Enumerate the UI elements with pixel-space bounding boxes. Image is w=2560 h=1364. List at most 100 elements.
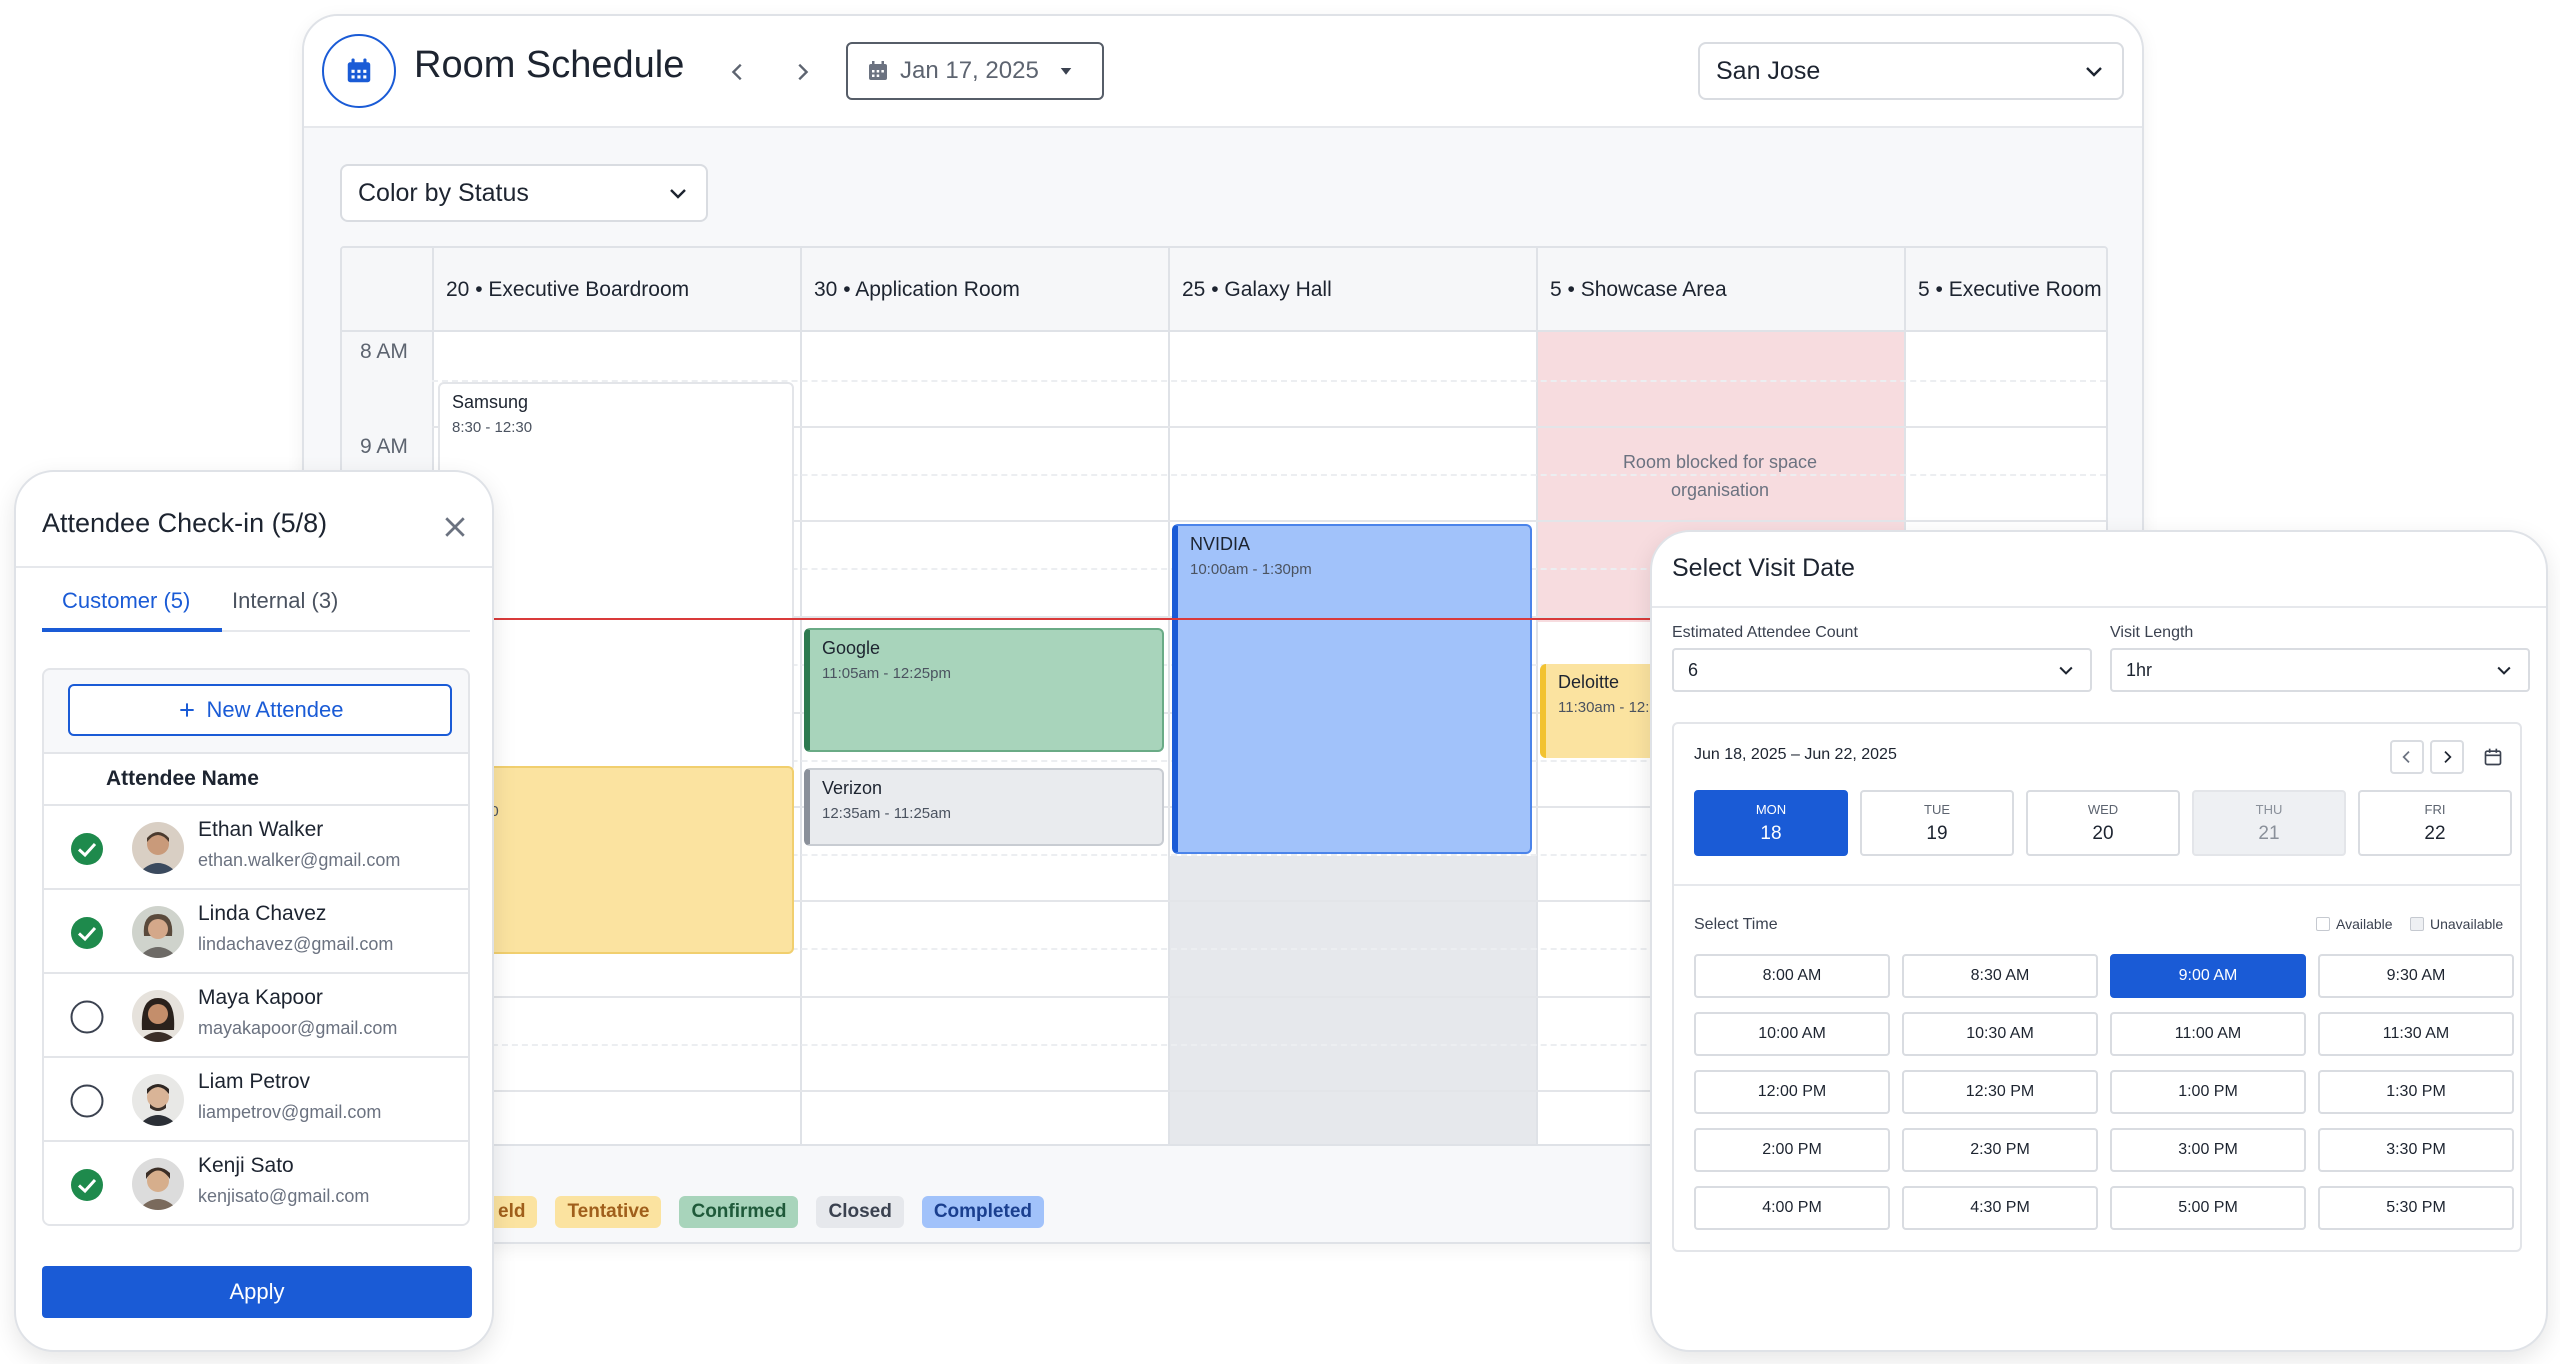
attendee-email: lindachavez@gmail.com: [198, 934, 394, 954]
divider: [16, 566, 492, 568]
day-tue[interactable]: TUE 19: [1860, 790, 2014, 856]
unavailable-label: Unavailable: [2430, 916, 2504, 932]
legend-completed: Completed: [921, 1196, 1045, 1228]
day-fri[interactable]: FRI 22: [2358, 790, 2512, 856]
time-slot[interactable]: 11:30 AM: [2318, 1012, 2514, 1056]
event-nvidia[interactable]: NVIDIA 10:00am - 1:30pm: [1172, 524, 1532, 854]
attendee-name: Linda Chavez: [198, 902, 327, 925]
chevron-left-icon: [731, 63, 742, 81]
close-icon[interactable]: [440, 512, 470, 542]
checked-icon[interactable]: [70, 1168, 104, 1202]
event-title: Google: [822, 638, 881, 658]
day-mon[interactable]: MON 18: [1694, 790, 1848, 856]
time-slot[interactable]: 4:30 PM: [1902, 1186, 2098, 1230]
location-select[interactable]: San Jose: [1698, 42, 2124, 100]
time-slot[interactable]: 4:00 PM: [1694, 1186, 1890, 1230]
tab-customer[interactable]: Customer (5): [62, 588, 190, 614]
day-wed[interactable]: WED 20: [2026, 790, 2180, 856]
next-week-button[interactable]: [2430, 740, 2464, 774]
time-slot[interactable]: 12:00 PM: [1694, 1070, 1890, 1114]
attendee-email: liampetrov@gmail.com: [198, 1102, 382, 1122]
visit-length-select[interactable]: 1hr: [2110, 648, 2530, 692]
room-header: 5 • Showcase Area: [1536, 248, 1904, 332]
time-slot[interactable]: 1:00 PM: [2110, 1070, 2306, 1114]
event-verizon[interactable]: Verizon 12:35am - 11:25am: [804, 768, 1164, 846]
attendee-name: Maya Kapoor: [198, 986, 323, 1009]
event-title: Verizon: [822, 778, 883, 798]
time-slot[interactable]: 9:30 AM: [2318, 954, 2514, 998]
attendee-checkin-panel: Attendee Check-in (5/8) Customer (5) Int…: [14, 470, 494, 1352]
calendar-icon: [2484, 748, 2502, 766]
page-title: Room Schedule: [414, 44, 685, 86]
attendee-count-label: Estimated Attendee Count: [1672, 624, 1858, 641]
attendee-row: Kenji Sato kenjisato@gmail.com: [44, 1142, 468, 1224]
visit-length-label: Visit Length: [2110, 624, 2194, 641]
divider: [1674, 884, 2520, 886]
prev-week-button[interactable]: [2390, 740, 2424, 774]
next-date-button[interactable]: [782, 52, 822, 92]
attendee-name: Ethan Walker: [198, 818, 324, 841]
checkbox-icon: [2410, 917, 2424, 931]
grid-line: [1536, 332, 1538, 1144]
time-slot[interactable]: 2:30 PM: [1902, 1128, 2098, 1172]
chevron-down-icon: [670, 189, 686, 199]
time-slot[interactable]: 10:00 AM: [1694, 1012, 1890, 1056]
time-slot[interactable]: 3:00 PM: [2110, 1128, 2306, 1172]
time-slot-selected[interactable]: 9:00 AM: [2110, 954, 2306, 998]
attendee-name: Kenji Sato: [198, 1154, 294, 1177]
time-slot[interactable]: 10:30 AM: [1902, 1012, 2098, 1056]
calendar-button[interactable]: [2476, 740, 2510, 774]
checkbox-icon: [2316, 917, 2330, 931]
unchecked-icon[interactable]: [70, 1084, 104, 1118]
legend-confirmed: Confirmed: [679, 1196, 799, 1228]
time-slot[interactable]: 8:00 AM: [1694, 954, 1890, 998]
prev-date-button[interactable]: [718, 52, 758, 92]
new-attendee-button[interactable]: New Attendee: [68, 684, 452, 736]
select-time-label: Select Time: [1694, 916, 1778, 933]
time-slot[interactable]: 12:30 PM: [1902, 1070, 2098, 1114]
chevron-right-icon: [2444, 751, 2452, 763]
time-slot[interactable]: 2:00 PM: [1694, 1128, 1890, 1172]
grid-line: [1168, 332, 1170, 1144]
checked-icon[interactable]: [70, 832, 104, 866]
room-header: 25 • Galaxy Hall: [1168, 248, 1536, 332]
time-slot[interactable]: 3:30 PM: [2318, 1128, 2514, 1172]
available-legend: Available: [2316, 916, 2393, 932]
attendee-email: kenjisato@gmail.com: [198, 1186, 370, 1206]
legend-closed: Closed: [816, 1196, 904, 1228]
avatar: [132, 990, 184, 1042]
tab-internal[interactable]: Internal (3): [232, 588, 338, 614]
panel-title: Select Visit Date: [1672, 554, 1855, 582]
chevron-left-icon: [2402, 751, 2410, 763]
time-slot[interactable]: 11:00 AM: [2110, 1012, 2306, 1056]
attendee-name: Liam Petrov: [198, 1070, 311, 1093]
status-legend: eld Tentative Confirmed Closed Completed: [486, 1196, 1045, 1228]
day-name: WED: [2087, 801, 2119, 817]
room-header: 5 • Executive Room: [1904, 248, 2106, 332]
day-number: 20: [2092, 822, 2114, 844]
select-visit-date-panel: Select Visit Date Estimated Attendee Cou…: [1650, 530, 2548, 1352]
room-header: 30 • Application Room: [800, 248, 1168, 332]
apply-button[interactable]: Apply: [42, 1266, 472, 1318]
attendee-count-select[interactable]: 6: [1672, 648, 2092, 692]
event-title: NVIDIA: [1190, 534, 1251, 554]
time-slot[interactable]: 8:30 AM: [1902, 954, 2098, 998]
color-by-select[interactable]: Color by Status: [340, 164, 708, 222]
attendee-email: ethan.walker@gmail.com: [198, 850, 401, 870]
room-header: 20 • Executive Boardroom: [432, 248, 800, 332]
time-slot[interactable]: 1:30 PM: [2318, 1070, 2514, 1114]
time-slot[interactable]: 5:00 PM: [2110, 1186, 2306, 1230]
time-slot[interactable]: 5:30 PM: [2318, 1186, 2514, 1230]
location-value: San Jose: [1716, 56, 1821, 85]
divider: [1652, 606, 2546, 608]
unchecked-icon[interactable]: [70, 1000, 104, 1034]
checked-icon[interactable]: [70, 916, 104, 950]
attendee-count-value: 6: [1688, 659, 1699, 680]
event-google[interactable]: Google 11:05am - 12:25pm: [804, 628, 1164, 752]
date-picker[interactable]: Jan 17, 2025: [846, 42, 1104, 100]
active-tab-indicator: [42, 628, 222, 632]
time-label: 8 AM: [360, 340, 408, 363]
grid-line: [800, 332, 802, 1144]
new-attendee-label: New Attendee: [206, 697, 344, 722]
time-label: 9 AM: [360, 435, 408, 458]
